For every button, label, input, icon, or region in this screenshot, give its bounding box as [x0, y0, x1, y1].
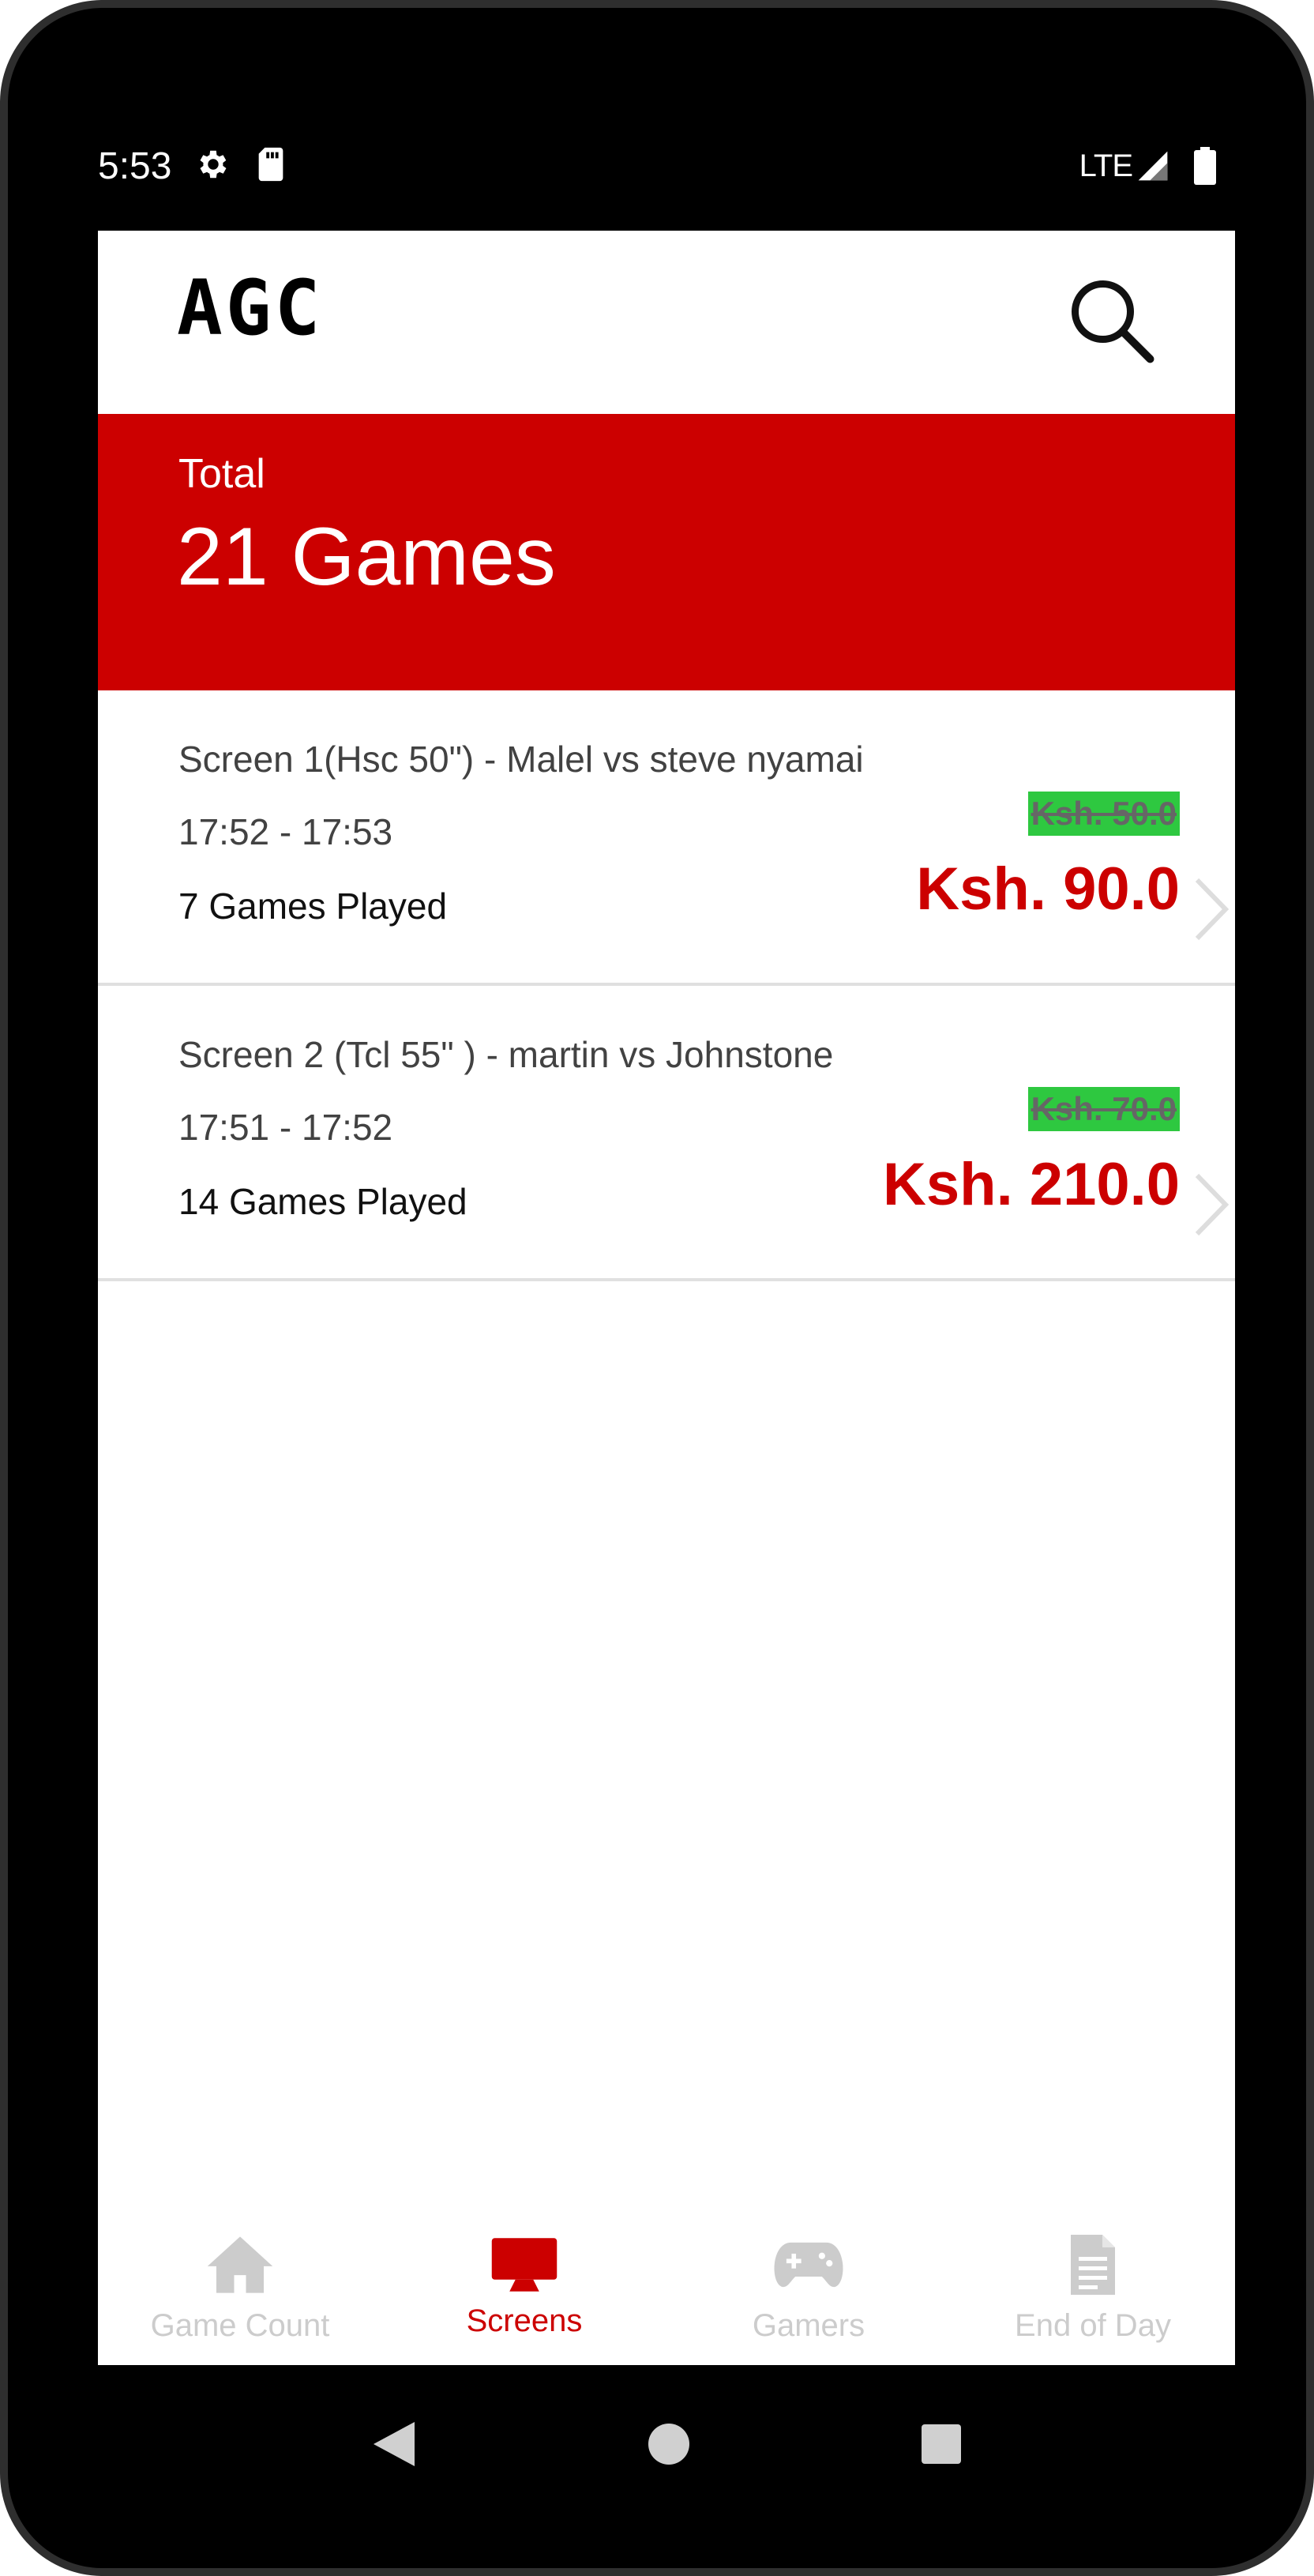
session-amount: Ksh. 210.0	[883, 1151, 1180, 1218]
search-icon	[1072, 280, 1154, 363]
app-screen: AGC Total 21 Games Screen 1(Hsc 50") - M…	[98, 231, 1235, 2365]
nav-item-end-of-day[interactable]: End of Day	[951, 2207, 1235, 2365]
list-item[interactable]: Screen 2 (Tcl 55" ) - martin vs Johnston…	[98, 986, 1235, 1281]
bottom-navigation: Game Count Screens Gamers End of Day	[98, 2207, 1235, 2365]
app-bar: AGC	[98, 231, 1235, 414]
nav-item-game-count[interactable]: Game Count	[98, 2207, 382, 2365]
nav-item-gamers[interactable]: Gamers	[666, 2207, 951, 2365]
session-title: Screen 2 (Tcl 55" ) - martin vs Johnston…	[178, 1034, 834, 1075]
session-rate-badge: Ksh. 70.0	[1027, 1087, 1180, 1132]
status-right: LTE	[1079, 147, 1216, 185]
gamepad-icon	[769, 2229, 848, 2300]
chevron-right-icon	[1195, 1173, 1230, 1236]
nav-label: Game Count	[150, 2308, 330, 2343]
document-icon	[1053, 2229, 1132, 2300]
session-rate-badge: Ksh. 50.0	[1027, 792, 1180, 837]
device-frame: 5:53 LTE AGC Total 21 Games Screen 1(Hsc…	[0, 0, 1314, 2576]
system-navigation-bar	[98, 2365, 1235, 2523]
network-indicator: LTE	[1079, 149, 1170, 184]
sd-card-icon	[255, 146, 287, 186]
status-left: 5:53	[98, 145, 287, 188]
status-bar: 5:53 LTE	[98, 126, 1216, 205]
signal-icon	[1138, 151, 1168, 181]
nav-item-screens[interactable]: Screens	[382, 2207, 666, 2365]
session-games-count: 7 Games Played	[178, 886, 448, 927]
search-button[interactable]	[1061, 270, 1164, 373]
total-value: 21 Games	[177, 511, 556, 603]
session-games-count: 14 Games Played	[178, 1181, 467, 1222]
home-icon	[201, 2229, 280, 2300]
nav-label: Gamers	[752, 2308, 865, 2343]
status-time: 5:53	[98, 145, 172, 187]
session-amount: Ksh. 90.0	[916, 856, 1180, 923]
recents-icon[interactable]	[920, 2423, 963, 2465]
session-title: Screen 1(Hsc 50") - Malel vs steve nyama…	[178, 739, 864, 780]
session-time: 17:51 - 17:52	[178, 1107, 393, 1148]
session-time: 17:52 - 17:53	[178, 811, 393, 852]
nav-label: Screens	[466, 2303, 583, 2338]
battery-icon	[1194, 147, 1216, 185]
gear-icon	[195, 146, 231, 186]
total-label: Total	[178, 451, 265, 497]
session-list: Screen 1(Hsc 50") - Malel vs steve nyama…	[98, 690, 1235, 1281]
app-logo: AGC	[177, 264, 324, 352]
home-button-icon[interactable]	[647, 2422, 691, 2466]
network-type: LTE	[1079, 148, 1133, 183]
back-icon[interactable]	[370, 2419, 418, 2469]
monitor-icon	[485, 2229, 564, 2300]
nav-label: End of Day	[1015, 2308, 1171, 2343]
total-summary-banner: Total 21 Games	[98, 414, 1235, 690]
list-item[interactable]: Screen 1(Hsc 50") - Malel vs steve nyama…	[98, 690, 1235, 986]
chevron-right-icon	[1195, 878, 1230, 941]
